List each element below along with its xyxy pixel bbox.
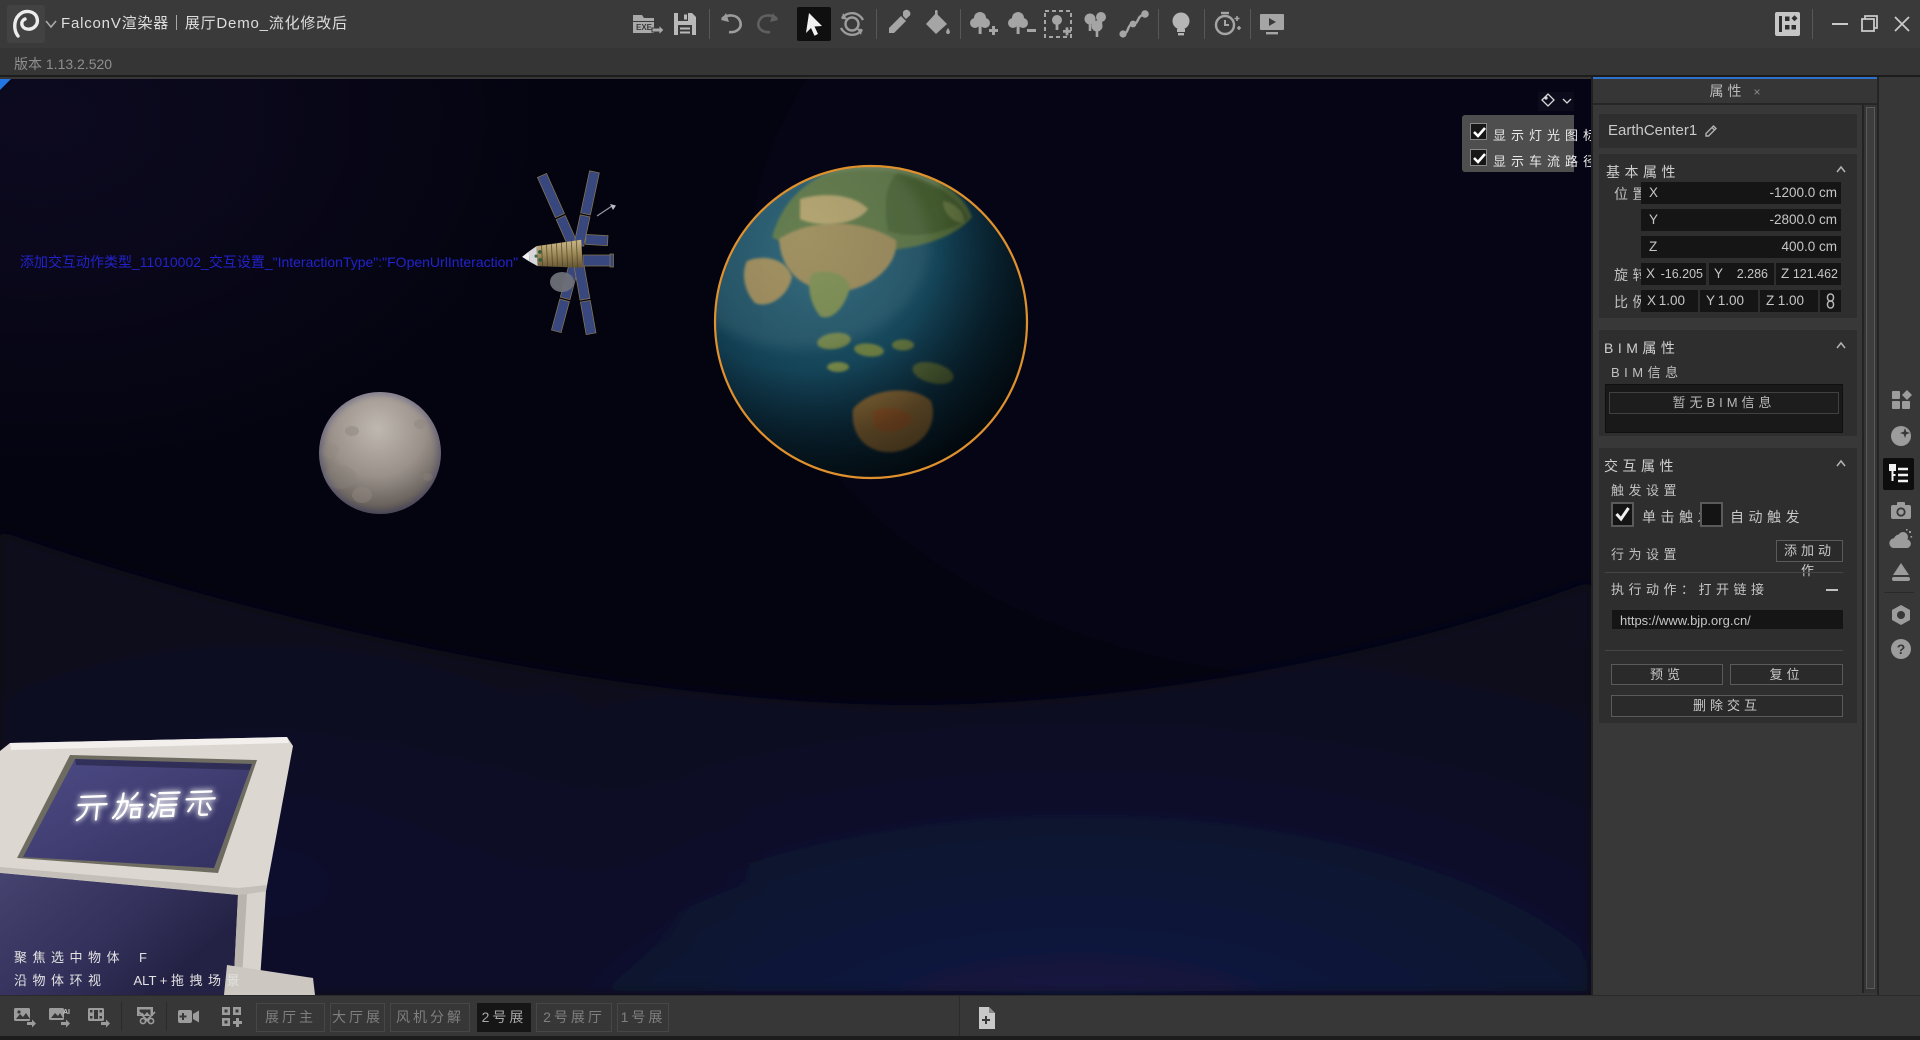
svg-text:AI: AI [63,1009,70,1016]
svg-text:EXE: EXE [636,23,653,32]
svg-text:?: ? [1897,641,1906,657]
